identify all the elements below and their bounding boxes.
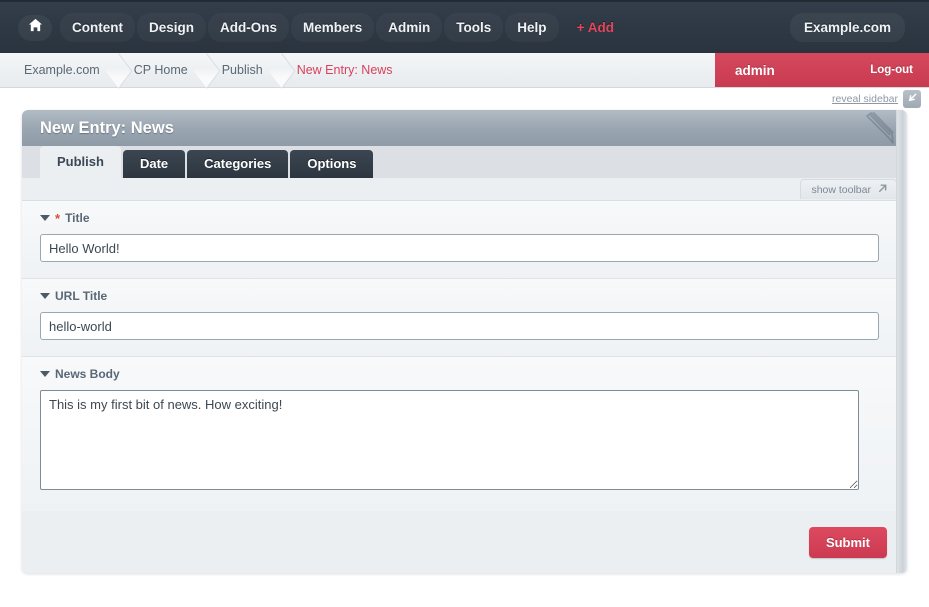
nav-item-add-ons[interactable]: Add-Ons (208, 13, 289, 42)
field-url-title-body (40, 312, 889, 340)
breadcrumb-separator-icon (104, 53, 134, 88)
home-icon (28, 18, 43, 37)
reveal-sidebar-row: reveal sidebar (0, 88, 929, 110)
field-news-body: News Body This is my first bit of news. … (22, 357, 907, 511)
submit-row: Submit (22, 511, 907, 573)
nav-item-help[interactable]: Help (505, 13, 558, 42)
field-url-title: URL Title (22, 279, 907, 357)
nav-item-content[interactable]: Content (60, 13, 135, 42)
username-label: admin (735, 63, 775, 78)
logout-link[interactable]: Log-out (870, 64, 913, 76)
breadcrumb-bar: Example.com CP Home Publish New Entry: N… (0, 53, 929, 88)
user-bar: admin Log-out (715, 53, 929, 87)
submit-button[interactable]: Submit (809, 527, 887, 558)
top-navigation-items: Content Design Add-Ons Members Admin Too… (18, 13, 790, 42)
toolbar-row: show toolbar (22, 178, 907, 200)
home-button[interactable] (18, 15, 52, 41)
breadcrumb-separator-icon (267, 53, 297, 88)
news-body-textarea[interactable]: This is my first bit of news. How exciti… (40, 390, 859, 490)
breadcrumb-item-current: New Entry: News (297, 63, 397, 77)
chevron-down-icon[interactable] (40, 215, 50, 221)
arrow-collapse-icon (907, 90, 918, 108)
title-input[interactable] (40, 234, 879, 262)
required-marker: * (55, 212, 60, 225)
breadcrumb-item-publish[interactable]: Publish (222, 63, 267, 77)
show-toolbar-button[interactable]: show toolbar (800, 179, 897, 199)
add-button[interactable]: + Add (567, 13, 624, 42)
panel-header: New Entry: News (22, 110, 907, 146)
field-news-body-body: This is my first bit of news. How exciti… (40, 390, 889, 495)
nav-item-tools[interactable]: Tools (444, 13, 503, 42)
breadcrumb-separator-icon (192, 53, 222, 88)
tab-publish[interactable]: Publish (40, 146, 121, 178)
panel-tabs: Publish Date Categories Options (22, 146, 907, 178)
field-url-title-label: URL Title (55, 289, 107, 303)
chevron-down-icon[interactable] (40, 293, 50, 299)
breadcrumb-item-cp-home[interactable]: CP Home (134, 63, 192, 77)
nav-item-design[interactable]: Design (137, 13, 206, 42)
tab-options[interactable]: Options (290, 150, 373, 178)
breadcrumb: Example.com CP Home Publish New Entry: N… (0, 53, 715, 87)
reveal-sidebar-link[interactable]: reveal sidebar (832, 93, 898, 105)
site-switcher-button[interactable]: Example.com (790, 13, 905, 42)
entry-form-panel: New Entry: News Publish Date Categories … (22, 110, 907, 573)
tab-date[interactable]: Date (123, 150, 185, 178)
chevron-down-icon[interactable] (40, 371, 50, 377)
field-title-label-row: * Title (40, 211, 889, 225)
entry-form: * Title URL Title News Body Th (22, 200, 907, 511)
url-title-input[interactable] (40, 312, 879, 340)
arrow-expand-icon (877, 183, 888, 197)
panel-right-edge (896, 110, 907, 573)
field-title-label: Title (65, 211, 89, 225)
page-title: New Entry: News (40, 119, 174, 138)
show-toolbar-label: show toolbar (811, 184, 871, 196)
top-navigation-bar: Content Design Add-Ons Members Admin Too… (0, 0, 929, 53)
field-title-body (40, 234, 889, 262)
nav-item-admin[interactable]: Admin (376, 13, 442, 42)
field-news-body-label-row: News Body (40, 367, 889, 381)
field-url-title-label-row: URL Title (40, 289, 889, 303)
nav-item-members[interactable]: Members (291, 13, 374, 42)
breadcrumb-item-example-com[interactable]: Example.com (24, 63, 104, 77)
field-title: * Title (22, 201, 907, 279)
field-news-body-label: News Body (55, 367, 120, 381)
tab-categories[interactable]: Categories (187, 150, 288, 178)
reveal-sidebar-button[interactable] (903, 90, 921, 108)
